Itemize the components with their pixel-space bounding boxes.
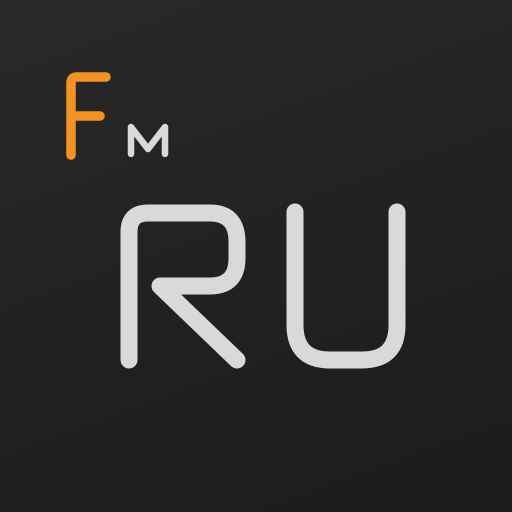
app-icon — [0, 0, 512, 512]
logo-letter-m — [127, 123, 169, 158]
logo-letter-u — [286, 203, 406, 369]
logo-letter-f — [66, 72, 111, 160]
fm-ru-logo — [66, 72, 406, 369]
logo-letter-r — [120, 204, 246, 369]
